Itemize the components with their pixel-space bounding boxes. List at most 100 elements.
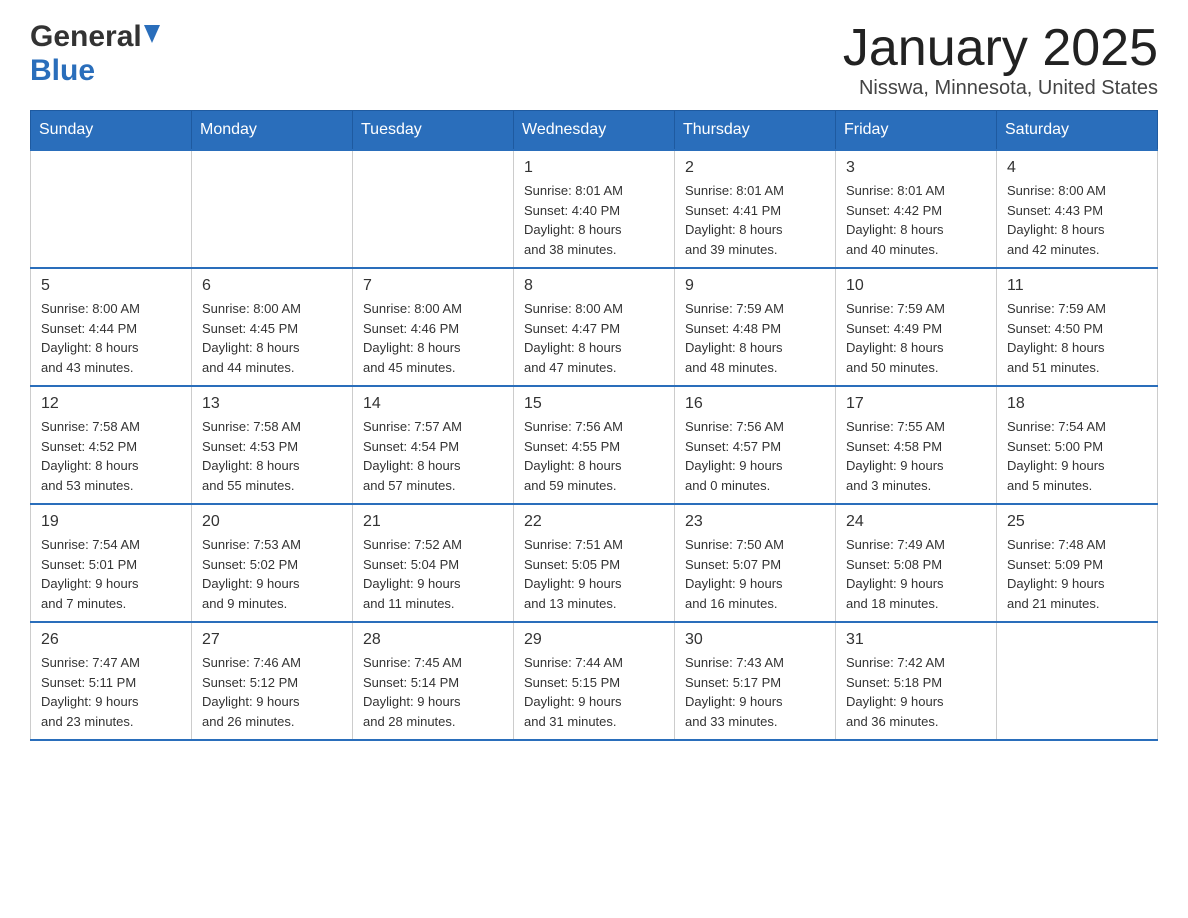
day-info: Sunrise: 7:51 AM Sunset: 5:05 PM Dayligh… <box>524 535 664 613</box>
day-info: Sunrise: 8:00 AM Sunset: 4:46 PM Dayligh… <box>363 299 503 377</box>
calendar-cell: 25 Sunrise: 7:48 AM Sunset: 5:09 PM Dayli… <box>997 504 1158 622</box>
day-info: Sunrise: 7:52 AM Sunset: 5:04 PM Dayligh… <box>363 535 503 613</box>
calendar-cell: 14Sunrise: 7:57 AM Sunset: 4:54 PM Dayli… <box>353 386 514 504</box>
day-info: Sunrise: 8:00 AM Sunset: 4:45 PM Dayligh… <box>202 299 342 377</box>
day-number: 10 <box>846 277 986 295</box>
day-number: 26 <box>41 631 181 649</box>
calendar-cell: 26 Sunrise: 7:47 AM Sunset: 5:11 PM Dayli… <box>31 622 192 740</box>
day-number: 31 <box>846 631 986 649</box>
day-info: Sunrise: 7:55 AM Sunset: 4:58 PM Dayligh… <box>846 417 986 495</box>
day-info: Sunrise: 7:58 AM Sunset: 4:52 PM Dayligh… <box>41 417 181 495</box>
day-number: 19 <box>41 513 181 531</box>
calendar-cell: 23 Sunrise: 7:50 AM Sunset: 5:07 PM Dayli… <box>675 504 836 622</box>
day-info: Sunrise: 7:43 AM Sunset: 5:17 PM Dayligh… <box>685 653 825 731</box>
day-number: 8 <box>524 277 664 295</box>
day-info: Sunrise: 7:53 AM Sunset: 5:02 PM Dayligh… <box>202 535 342 613</box>
month-title: January 2025 <box>843 20 1158 77</box>
day-number: 12 <box>41 395 181 413</box>
calendar-cell: 22 Sunrise: 7:51 AM Sunset: 5:05 PM Dayli… <box>514 504 675 622</box>
calendar-cell: 12 Sunrise: 7:58 AM Sunset: 4:52 PM Dayli… <box>31 386 192 504</box>
day-info: Sunrise: 7:44 AM Sunset: 5:15 PM Dayligh… <box>524 653 664 731</box>
day-number: 5 <box>41 277 181 295</box>
day-number: 15 <box>524 395 664 413</box>
day-number: 1 <box>524 159 664 177</box>
day-info: Sunrise: 8:00 AM Sunset: 4:43 PM Dayligh… <box>1007 181 1147 259</box>
calendar-cell: 21 Sunrise: 7:52 AM Sunset: 5:04 PM Dayli… <box>353 504 514 622</box>
day-info: Sunrise: 7:59 AM Sunset: 4:50 PM Dayligh… <box>1007 299 1147 377</box>
weekday-header-row: SundayMondayTuesdayWednesdayThursdayFrid… <box>31 111 1158 151</box>
logo-arrow-icon <box>144 25 160 50</box>
logo-general-text: General <box>30 20 142 54</box>
day-number: 27 <box>202 631 342 649</box>
calendar-week-row: 12 Sunrise: 7:58 AM Sunset: 4:52 PM Dayli… <box>31 386 1158 504</box>
weekday-header-thursday: Thursday <box>675 111 836 151</box>
day-number: 3 <box>846 159 986 177</box>
calendar-cell: 11Sunrise: 7:59 AM Sunset: 4:50 PM Dayli… <box>997 268 1158 386</box>
calendar-cell: 20 Sunrise: 7:53 AM Sunset: 5:02 PM Dayli… <box>192 504 353 622</box>
calendar-cell: 8 Sunrise: 8:00 AM Sunset: 4:47 PM Daylig… <box>514 268 675 386</box>
calendar-cell: 2Sunrise: 8:01 AM Sunset: 4:41 PM Daylig… <box>675 150 836 268</box>
weekday-header-monday: Monday <box>192 111 353 151</box>
logo: General Blue <box>30 20 160 88</box>
day-number: 25 <box>1007 513 1147 531</box>
day-number: 6 <box>202 277 342 295</box>
calendar-week-row: 1Sunrise: 8:01 AM Sunset: 4:40 PM Daylig… <box>31 150 1158 268</box>
calendar-cell: 16Sunrise: 7:56 AM Sunset: 4:57 PM Dayli… <box>675 386 836 504</box>
day-number: 24 <box>846 513 986 531</box>
weekday-header-sunday: Sunday <box>31 111 192 151</box>
day-number: 2 <box>685 159 825 177</box>
day-number: 23 <box>685 513 825 531</box>
weekday-header-saturday: Saturday <box>997 111 1158 151</box>
title-area: January 2025 Nisswa, Minnesota, United S… <box>843 20 1158 100</box>
calendar-cell: 6 Sunrise: 8:00 AM Sunset: 4:45 PM Daylig… <box>192 268 353 386</box>
calendar-cell: 1Sunrise: 8:01 AM Sunset: 4:40 PM Daylig… <box>514 150 675 268</box>
calendar-cell: 18Sunrise: 7:54 AM Sunset: 5:00 PM Dayli… <box>997 386 1158 504</box>
calendar-cell: 31 Sunrise: 7:42 AM Sunset: 5:18 PM Dayli… <box>836 622 997 740</box>
calendar-cell <box>353 150 514 268</box>
calendar-week-row: 26 Sunrise: 7:47 AM Sunset: 5:11 PM Dayli… <box>31 622 1158 740</box>
calendar-week-row: 19Sunrise: 7:54 AM Sunset: 5:01 PM Dayli… <box>31 504 1158 622</box>
calendar-cell: 28 Sunrise: 7:45 AM Sunset: 5:14 PM Dayli… <box>353 622 514 740</box>
day-number: 30 <box>685 631 825 649</box>
day-number: 20 <box>202 513 342 531</box>
day-info: Sunrise: 8:00 AM Sunset: 4:47 PM Dayligh… <box>524 299 664 377</box>
day-info: Sunrise: 7:56 AM Sunset: 4:55 PM Dayligh… <box>524 417 664 495</box>
day-info: Sunrise: 7:45 AM Sunset: 5:14 PM Dayligh… <box>363 653 503 731</box>
day-number: 29 <box>524 631 664 649</box>
calendar-cell: 15 Sunrise: 7:56 AM Sunset: 4:55 PM Dayli… <box>514 386 675 504</box>
logo-blue-text: Blue <box>30 54 95 88</box>
calendar-cell: 3 Sunrise: 8:01 AM Sunset: 4:42 PM Daylig… <box>836 150 997 268</box>
day-number: 16 <box>685 395 825 413</box>
day-number: 4 <box>1007 159 1147 177</box>
day-info: Sunrise: 7:46 AM Sunset: 5:12 PM Dayligh… <box>202 653 342 731</box>
calendar-cell: 27 Sunrise: 7:46 AM Sunset: 5:12 PM Dayli… <box>192 622 353 740</box>
calendar-cell: 9Sunrise: 7:59 AM Sunset: 4:48 PM Daylig… <box>675 268 836 386</box>
day-number: 17 <box>846 395 986 413</box>
day-info: Sunrise: 7:48 AM Sunset: 5:09 PM Dayligh… <box>1007 535 1147 613</box>
calendar-cell: 24Sunrise: 7:49 AM Sunset: 5:08 PM Dayli… <box>836 504 997 622</box>
calendar-cell: 17 Sunrise: 7:55 AM Sunset: 4:58 PM Dayli… <box>836 386 997 504</box>
calendar-cell <box>997 622 1158 740</box>
day-info: Sunrise: 7:50 AM Sunset: 5:07 PM Dayligh… <box>685 535 825 613</box>
day-number: 22 <box>524 513 664 531</box>
day-info: Sunrise: 7:54 AM Sunset: 5:00 PM Dayligh… <box>1007 417 1147 495</box>
day-number: 21 <box>363 513 503 531</box>
calendar-week-row: 5 Sunrise: 8:00 AM Sunset: 4:44 PM Daylig… <box>31 268 1158 386</box>
day-info: Sunrise: 7:58 AM Sunset: 4:53 PM Dayligh… <box>202 417 342 495</box>
day-number: 28 <box>363 631 503 649</box>
day-info: Sunrise: 8:01 AM Sunset: 4:42 PM Dayligh… <box>846 181 986 259</box>
calendar-cell: 19Sunrise: 7:54 AM Sunset: 5:01 PM Dayli… <box>31 504 192 622</box>
calendar-cell: 7 Sunrise: 8:00 AM Sunset: 4:46 PM Daylig… <box>353 268 514 386</box>
day-number: 7 <box>363 277 503 295</box>
location-subtitle: Nisswa, Minnesota, United States <box>843 77 1158 100</box>
day-info: Sunrise: 7:57 AM Sunset: 4:54 PM Dayligh… <box>363 417 503 495</box>
day-number: 13 <box>202 395 342 413</box>
day-number: 9 <box>685 277 825 295</box>
day-info: Sunrise: 7:42 AM Sunset: 5:18 PM Dayligh… <box>846 653 986 731</box>
calendar-cell: 13 Sunrise: 7:58 AM Sunset: 4:53 PM Dayli… <box>192 386 353 504</box>
day-info: Sunrise: 7:59 AM Sunset: 4:49 PM Dayligh… <box>846 299 986 377</box>
calendar-cell: 5 Sunrise: 8:00 AM Sunset: 4:44 PM Daylig… <box>31 268 192 386</box>
day-info: Sunrise: 7:47 AM Sunset: 5:11 PM Dayligh… <box>41 653 181 731</box>
day-info: Sunrise: 8:00 AM Sunset: 4:44 PM Dayligh… <box>41 299 181 377</box>
calendar-cell: 10 Sunrise: 7:59 AM Sunset: 4:49 PM Dayli… <box>836 268 997 386</box>
